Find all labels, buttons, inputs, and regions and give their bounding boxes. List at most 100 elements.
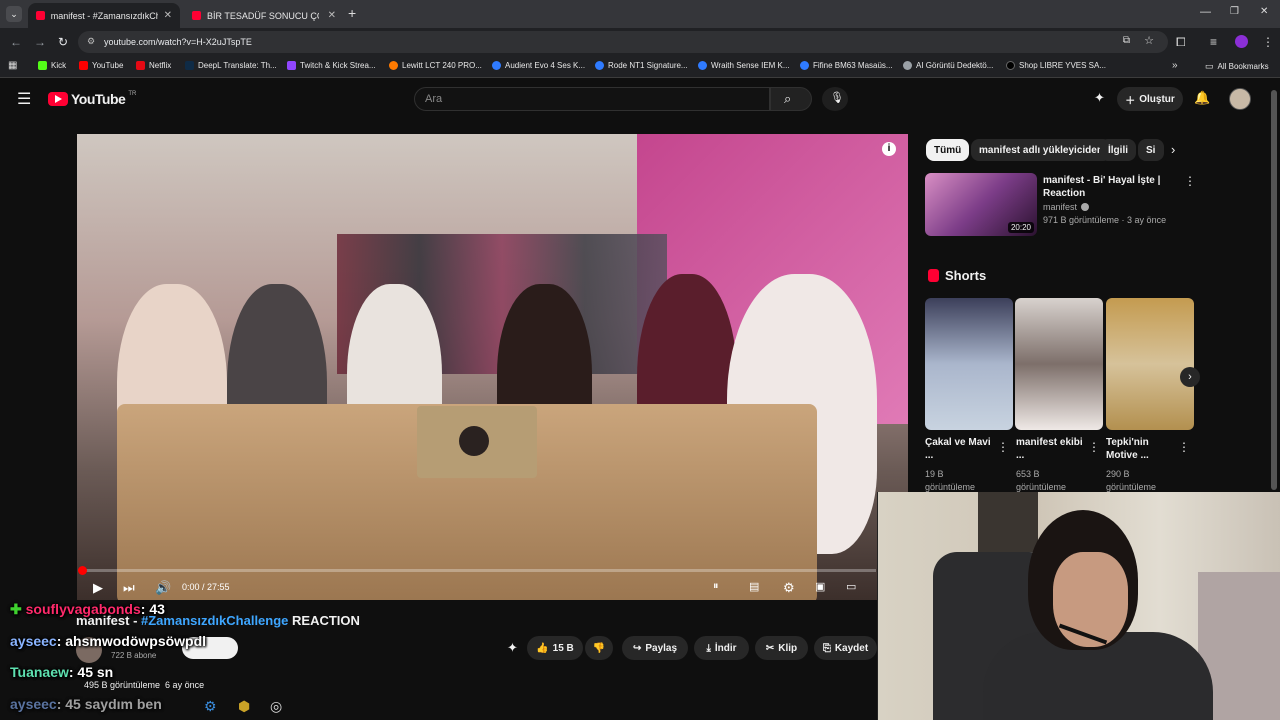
bookmark-ai-detector[interactable]: AI Görüntü Dedektö...: [903, 61, 993, 70]
recommended-channel[interactable]: manifest: [1043, 202, 1090, 212]
more-options-icon[interactable]: ⋮: [1088, 440, 1100, 454]
media-control-icon[interactable]: ≡: [1210, 35, 1217, 49]
shorts-next-button[interactable]: ›: [1180, 367, 1200, 387]
chat-username: ayseec: [10, 633, 57, 649]
bookmark-star-icon[interactable]: ☆: [1144, 34, 1154, 47]
more-bookmarks-icon[interactable]: »: [1172, 60, 1178, 71]
browser-tab-strip: ⌄ manifest - #ZamansızdıkChalle ✕ BİR TE…: [0, 0, 1280, 28]
profile-icon[interactable]: [1235, 35, 1248, 48]
short-thumbnail[interactable]: [925, 298, 1013, 430]
extension-icon[interactable]: ✦: [507, 640, 518, 656]
youtube-logo[interactable]: YouTube TR: [48, 91, 136, 107]
install-app-icon[interactable]: ⧉: [1123, 35, 1130, 46]
close-tab-icon[interactable]: ✕: [164, 10, 172, 21]
video-progress-bar[interactable]: [78, 566, 876, 575]
browser-tab[interactable]: BİR TESADÜF SONUCU ÇÖZÜLMÜ ✕: [184, 3, 344, 28]
bookmark-deepl[interactable]: DeepL Translate: Th...: [185, 61, 277, 70]
chip-from-uploader[interactable]: manifest adlı yükleyiciden: [971, 139, 1111, 161]
chip-all[interactable]: Tümü: [926, 139, 970, 161]
short-thumbnail[interactable]: [1015, 298, 1103, 430]
reload-icon[interactable]: ↻: [58, 35, 68, 49]
new-tab-button[interactable]: +: [348, 5, 356, 21]
folder-icon: ▭: [1205, 61, 1214, 71]
short-title[interactable]: Tepki'nin Motive ...: [1106, 436, 1176, 462]
url-input[interactable]: ⚙ youtube.com/watch?v=H-X2uJTspTE ⧉ ☆: [78, 31, 1168, 53]
back-icon[interactable]: ←: [10, 35, 22, 49]
page-scrollbar[interactable]: [1271, 90, 1277, 490]
bookmark-lewitt[interactable]: Lewitt LCT 240 PRO...: [389, 61, 482, 70]
bookmark-youtube[interactable]: YouTube: [79, 61, 123, 70]
browser-tab-active[interactable]: manifest - #ZamansızdıkChalle ✕: [28, 3, 180, 28]
notifications-bell-icon[interactable]: 🔔: [1194, 90, 1210, 106]
like-button[interactable]: 👍 15 B: [527, 636, 583, 660]
bookmark-rode[interactable]: Rode NT1 Signature...: [595, 61, 688, 70]
taskbar-app-icon[interactable]: ⬢: [238, 698, 250, 715]
taskbar: ⚙ ⬢ ◎: [0, 693, 877, 720]
bookmark-libre[interactable]: Shop LIBRE YVES SA...: [1006, 61, 1106, 70]
site-info-icon[interactable]: ⚙: [87, 36, 95, 47]
short-title[interactable]: Çakal ve Mavi ...: [925, 436, 995, 462]
clip-button[interactable]: ✂ Klip: [755, 636, 808, 660]
browser-menu-icon[interactable]: ⋮: [1262, 35, 1274, 49]
download-icon: ⤓: [706, 642, 711, 654]
extensions-icon[interactable]: ⧠: [1176, 35, 1186, 50]
download-button[interactable]: ⤓ İndir: [694, 636, 749, 660]
close-tab-icon[interactable]: ✕: [328, 10, 336, 21]
apps-grid-icon[interactable]: ▦: [8, 60, 17, 71]
bookmark-wraith[interactable]: Wraith Sense IEM K...: [698, 61, 790, 70]
recommended-video-thumbnail[interactable]: 20:20: [925, 173, 1037, 236]
save-button[interactable]: ⎘ Kaydet: [814, 636, 877, 660]
more-options-icon[interactable]: ⋮: [1184, 174, 1196, 188]
extension-icon[interactable]: ✦: [1094, 90, 1105, 106]
chevron-right-icon[interactable]: ›: [1171, 142, 1175, 157]
settings-gear-icon[interactable]: ⚙: [783, 580, 795, 596]
chat-text: : 45 sn: [68, 664, 114, 680]
bookmark-fifine[interactable]: Fifine BM63 Masaüs...: [800, 61, 893, 70]
voice-search-button[interactable]: 🎙: [822, 87, 848, 111]
video-info-icon[interactable]: i: [882, 142, 896, 156]
play-icon[interactable]: ▶: [93, 580, 103, 596]
bookmark-audient[interactable]: Audient Evo 4 Ses K...: [492, 61, 585, 70]
search-input[interactable]: Ara: [414, 87, 770, 111]
thumbs-down-icon: 👎: [592, 642, 606, 654]
video-player[interactable]: i: [77, 134, 908, 600]
theater-mode-icon[interactable]: ▭: [846, 580, 856, 593]
taskbar-app-icon[interactable]: ◎: [270, 698, 282, 715]
bookmark-twitch-kick[interactable]: Twitch & Kick Strea...: [287, 61, 376, 70]
shop-icon: [389, 61, 398, 70]
short-title[interactable]: manifest ekibi ...: [1016, 436, 1086, 462]
hamburger-menu-icon[interactable]: ☰: [17, 89, 31, 109]
forward-icon[interactable]: →: [34, 35, 46, 49]
webcam-overlay: [877, 492, 1280, 720]
tab-search-dropdown[interactable]: ⌄: [6, 6, 22, 22]
minimize-window-icon[interactable]: —: [1200, 6, 1211, 18]
chip-related[interactable]: İlgili: [1100, 139, 1136, 161]
bookmark-kick[interactable]: Kick: [38, 61, 66, 70]
restore-window-icon[interactable]: ❐: [1230, 6, 1239, 17]
create-button[interactable]: ＋ Oluştur: [1117, 87, 1183, 111]
share-button[interactable]: ↪ Paylaş: [622, 636, 688, 660]
miniplayer-icon[interactable]: ▣: [815, 580, 825, 593]
more-options-icon[interactable]: ⋮: [997, 440, 1009, 454]
region-code: TR: [128, 91, 137, 97]
subtitles-icon[interactable]: ▤: [749, 580, 759, 593]
taskbar-app-icon[interactable]: ⚙: [204, 698, 217, 715]
more-options-icon[interactable]: ⋮: [1178, 440, 1190, 454]
short-thumbnail[interactable]: [1106, 298, 1194, 430]
recommended-video-title[interactable]: manifest - Bi' Hayal İşte | Reaction: [1043, 174, 1183, 200]
all-bookmarks-folder[interactable]: ▭ All Bookmarks: [1205, 61, 1269, 72]
chip-partial[interactable]: Si: [1138, 139, 1164, 161]
search-button[interactable]: ⌕: [770, 87, 812, 111]
dislike-button[interactable]: 👎: [585, 636, 613, 660]
avatar[interactable]: [1229, 88, 1251, 110]
autoplay-toggle[interactable]: ⏸: [713, 580, 719, 593]
volume-icon[interactable]: 🔊: [155, 580, 171, 596]
tab-title: BİR TESADÜF SONUCU ÇÖZÜLMÜ: [207, 10, 319, 21]
bookmark-icon: ⎘: [822, 642, 831, 654]
recommended-meta: 971 B görüntüleme · 3 ay önce: [1043, 215, 1167, 225]
close-window-icon[interactable]: ✕: [1260, 6, 1268, 17]
next-icon[interactable]: ⏭: [123, 580, 135, 596]
video-controls: ▶ ⏭ 🔊 0:00 / 27:55 ⏸ ▤ ⚙ ▣ ▭: [77, 574, 877, 600]
youtube-favicon-icon: [192, 11, 201, 20]
bookmark-netflix[interactable]: Netflix: [136, 61, 171, 70]
